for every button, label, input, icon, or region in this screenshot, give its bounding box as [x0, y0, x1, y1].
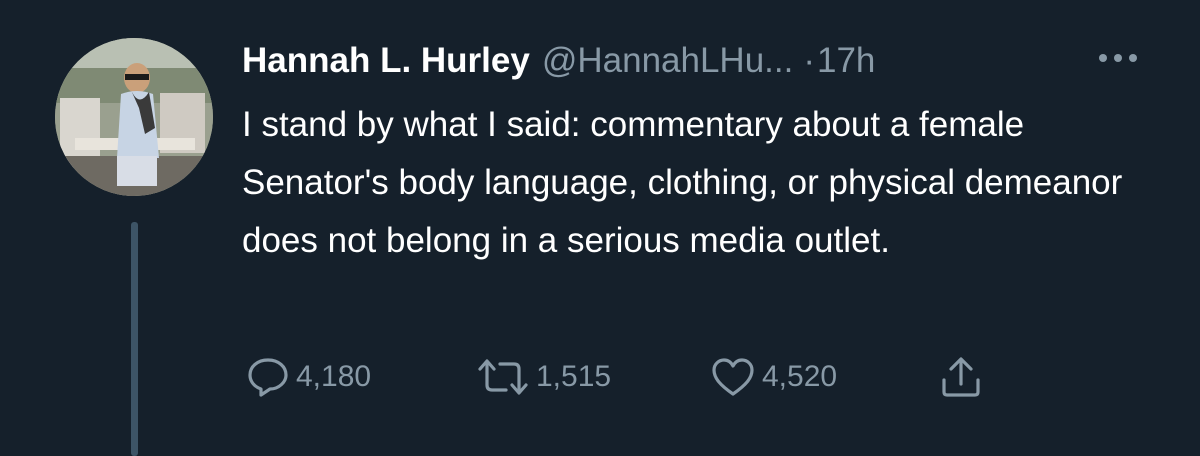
author-handle[interactable]: @HannahLHu...: [542, 41, 794, 81]
tweet-header: Hannah L. Hurley @HannahLHu... · 17h: [242, 38, 875, 84]
retweet-button[interactable]: 1,515: [476, 352, 611, 402]
retweet-icon: [478, 359, 528, 395]
avatar[interactable]: [55, 38, 213, 196]
like-count: 4,520: [762, 360, 838, 393]
avatar-photo: [55, 38, 213, 196]
separator-dot: ·: [803, 41, 815, 80]
tweet[interactable]: Hannah L. Hurley @HannahLHu... · 17h I s…: [0, 0, 1200, 456]
like-button[interactable]: 4,520: [710, 352, 837, 402]
tweet-actions: 4,180 1,515 4,520: [242, 352, 1002, 402]
reply-icon: [248, 358, 288, 397]
share-icon: [942, 357, 980, 397]
thread-connector-line: [131, 222, 138, 456]
more-options-button[interactable]: [1095, 46, 1141, 70]
reply-button[interactable]: 4,180: [246, 352, 371, 402]
heart-icon: [712, 358, 754, 396]
reply-count: 4,180: [296, 360, 372, 393]
retweet-count: 1,515: [536, 360, 612, 393]
tweet-text: I stand by what I said: commentary about…: [242, 105, 1123, 260]
timestamp[interactable]: 17h: [817, 41, 875, 81]
more-icon: [1099, 54, 1137, 62]
share-button[interactable]: [938, 352, 984, 402]
author-name[interactable]: Hannah L. Hurley: [242, 41, 530, 81]
